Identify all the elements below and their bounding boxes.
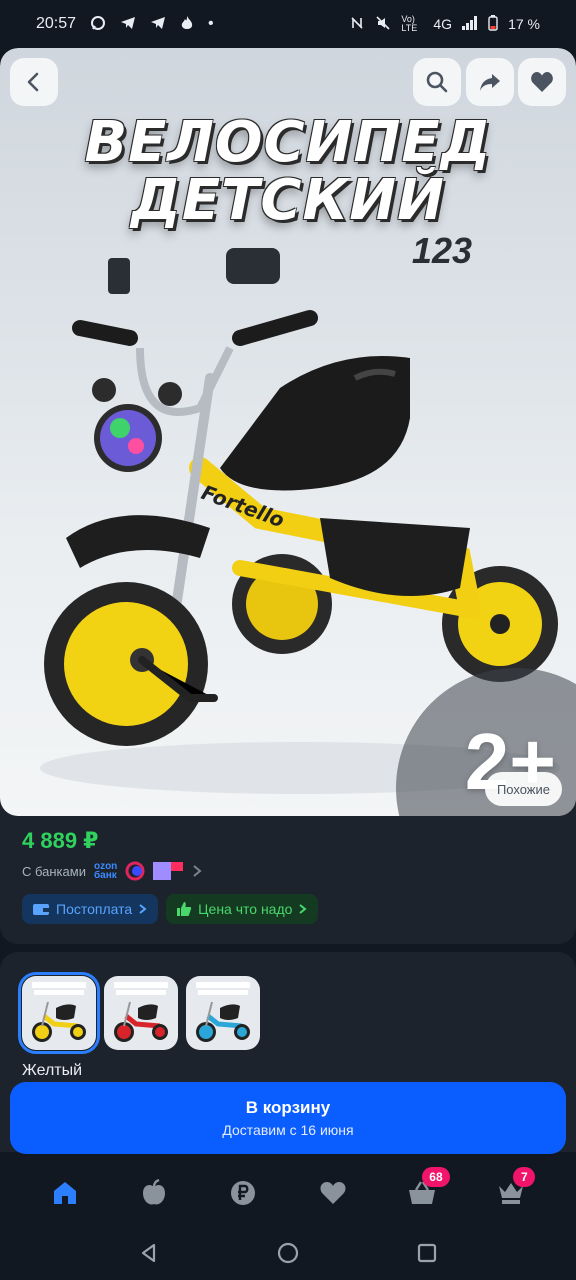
flame-icon	[180, 15, 194, 34]
postpay-label: Постоплата	[56, 901, 133, 917]
good-price-chip[interactable]: Цена что надо	[166, 894, 319, 924]
favorite-button[interactable]	[518, 58, 566, 106]
mute-icon	[375, 15, 391, 34]
system-home-icon[interactable]	[276, 1241, 300, 1265]
chevron-right-icon	[299, 904, 308, 914]
product-card: ВЕЛОСИПЕД ДЕТСКИЙ 123 Fortello 2+ Похожи…	[0, 48, 576, 944]
system-back-icon[interactable]	[138, 1242, 160, 1264]
network-label: 4G	[433, 16, 453, 32]
nav-home[interactable]	[41, 1169, 89, 1217]
cart-badge: 68	[421, 1167, 450, 1187]
good-price-label: Цена что надо	[198, 901, 293, 917]
chat-icon	[90, 15, 106, 34]
search-button[interactable]	[413, 58, 461, 106]
banks-label: С банками	[22, 863, 86, 879]
back-arrow-icon	[27, 72, 39, 92]
search-icon	[426, 71, 448, 93]
variant-thumbnail[interactable]	[186, 976, 260, 1050]
tricycle-thumb-icon	[32, 982, 86, 1042]
ozon-bank-line2: банк	[93, 870, 117, 881]
nfc-icon	[349, 15, 365, 34]
back-button[interactable]	[10, 58, 58, 106]
bottom-nav: 68 7	[0, 1160, 576, 1226]
similar-button[interactable]: Похожие	[484, 772, 562, 806]
apple-icon	[142, 1179, 165, 1205]
home-icon	[53, 1182, 76, 1204]
product-price: 4 889 ₽	[22, 828, 99, 853]
share-button[interactable]	[466, 58, 514, 106]
heart-icon	[320, 1182, 346, 1204]
selected-variant-label: Желтый	[22, 1062, 83, 1079]
dot-icon: •	[208, 15, 214, 32]
nav-favorites[interactable]	[309, 1169, 357, 1217]
heart-icon	[531, 72, 553, 92]
tricycle-thumb-icon	[114, 982, 168, 1042]
volte-label: Vo) LTE	[401, 14, 418, 33]
nav-profile[interactable]: 7	[487, 1167, 536, 1217]
postpay-chip[interactable]: Постоплата	[22, 894, 159, 924]
chevron-right-icon	[193, 865, 202, 877]
status-bar: 20:57 • Vo) LTE 4G 17 %	[0, 0, 576, 48]
nav-cart[interactable]: 68	[398, 1167, 450, 1217]
bank-logo-icon-2	[153, 862, 184, 880]
delivery-date-label: Доставим с 16 июня	[222, 1122, 354, 1138]
status-left: 20:57 •	[36, 15, 214, 34]
thumbs-up-icon	[177, 902, 192, 916]
system-recents-icon[interactable]	[416, 1242, 438, 1264]
chevron-right-icon	[139, 904, 147, 914]
tricycle-thumb-icon	[196, 982, 250, 1042]
nav-fresh[interactable]	[130, 1169, 178, 1217]
nav-payments[interactable]	[219, 1169, 267, 1217]
system-nav-bar	[0, 1226, 576, 1280]
share-icon	[480, 74, 500, 91]
banks-row[interactable]: С банками ozon банк	[22, 860, 203, 882]
ozon-bank-logo: ozon банк	[93, 862, 117, 881]
promo-chips: Постоплата Цена что надо	[22, 894, 319, 924]
variant-thumbnail[interactable]	[104, 976, 178, 1050]
status-time: 20:57	[36, 15, 77, 32]
status-right: Vo) LTE 4G 17 %	[349, 14, 540, 34]
variant-thumbnail[interactable]	[18, 972, 100, 1054]
profile-badge: 7	[513, 1167, 536, 1187]
bank-logo-icon	[125, 861, 145, 881]
telegram-icon-2	[150, 15, 166, 34]
battery-icon	[488, 14, 498, 34]
product-image[interactable]: ВЕЛОСИПЕД ДЕТСКИЙ 123 Fortello 2+ Похожи…	[0, 48, 576, 816]
wallet-icon	[33, 904, 49, 915]
add-to-cart-title: В корзину	[245, 1098, 331, 1117]
add-to-cart-button[interactable]: В корзину Доставим с 16 июня	[10, 1082, 566, 1154]
telegram-icon	[120, 15, 136, 34]
ruble-icon	[231, 1181, 256, 1205]
battery-percent: 17 %	[508, 16, 540, 32]
signal-icon	[462, 15, 478, 33]
